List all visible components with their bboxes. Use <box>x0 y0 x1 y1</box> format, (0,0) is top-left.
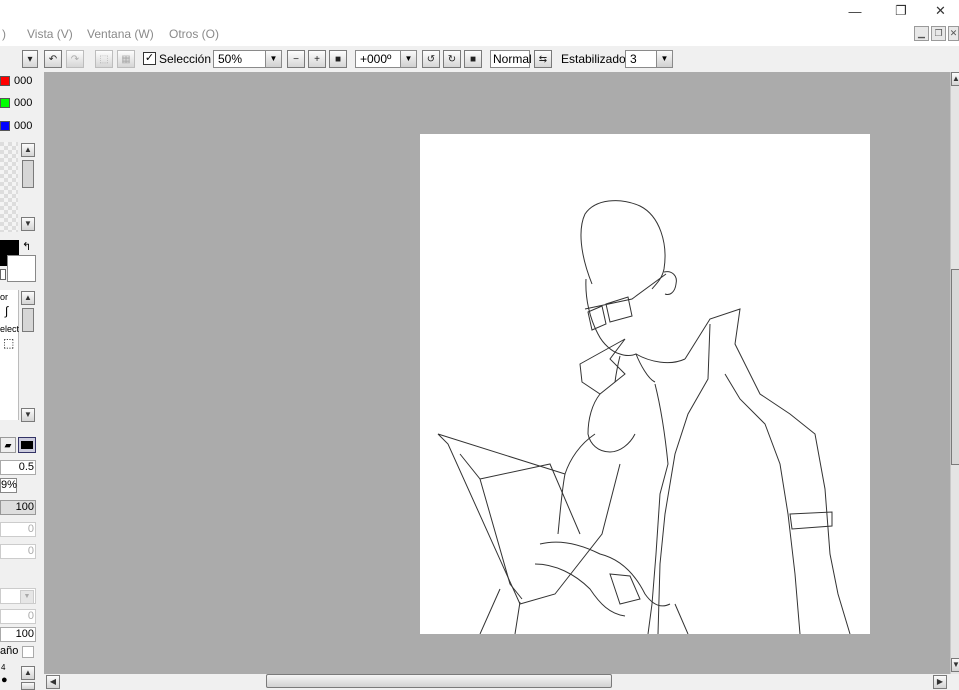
drawing-canvas[interactable] <box>420 134 870 635</box>
rotate-reset-icon[interactable]: ■ <box>464 50 482 68</box>
zoom-in-icon[interactable]: + <box>308 50 326 68</box>
transparent-color-icon[interactable] <box>0 269 6 280</box>
red-value: 000 <box>14 75 33 87</box>
undo-icon[interactable]: ↶ <box>44 50 62 68</box>
redo-icon[interactable]: ↷ <box>66 50 84 68</box>
tool-label-1[interactable]: or <box>0 292 8 302</box>
menu-item-ventana[interactable]: Ventana (W) <box>87 27 154 41</box>
red-swatch <box>0 76 10 86</box>
blue-value: 000 <box>14 120 33 132</box>
blue-swatch <box>0 121 10 131</box>
zoom-select[interactable]: 50% ▼ <box>213 50 282 68</box>
field-a-value[interactable]: 0 <box>28 523 34 535</box>
field-d-value[interactable]: 100 <box>16 628 34 640</box>
tiny-label: 4 <box>1 663 6 672</box>
scroll-up-icon[interactable]: ▲ <box>951 72 959 86</box>
scroll-up-icon[interactable]: ▲ <box>21 666 35 680</box>
scroll-up-icon[interactable]: ▲ <box>21 143 35 157</box>
rotation-value: +000º <box>360 52 392 66</box>
lineart-drawing <box>437 200 851 635</box>
density-value[interactable]: 100 <box>16 501 34 513</box>
close-icon[interactable]: ✕ <box>922 0 959 22</box>
selection-checkbox[interactable]: ✓ <box>143 52 156 65</box>
canvas-area[interactable] <box>44 72 950 674</box>
chevron-down-icon: ▼ <box>400 51 416 67</box>
rotation-select[interactable]: +000º ▼ <box>355 50 417 68</box>
horizontal-scrollbar[interactable]: ◀ ▶ <box>44 674 950 690</box>
zoom-out-icon[interactable]: − <box>287 50 305 68</box>
field-c-value[interactable]: 0 <box>28 610 34 622</box>
horizontal-scroll-thumb[interactable] <box>266 674 612 688</box>
tool-label-2[interactable]: elect <box>0 324 19 334</box>
curve-tool-icon[interactable]: ∫ <box>5 304 8 318</box>
percent-select[interactable]: 9% <box>0 478 17 493</box>
scroll-down-icon[interactable]: ▼ <box>21 408 35 422</box>
background-color[interactable] <box>7 255 36 282</box>
rotate-ccw-icon[interactable]: ↺ <box>422 50 440 68</box>
invert-selection-icon[interactable]: ▦ <box>117 50 135 68</box>
swap-colors-icon[interactable]: ↰ <box>22 240 31 253</box>
mdi-restore-icon[interactable]: ❐ <box>931 26 946 41</box>
field-b-value[interactable]: 0 <box>28 545 34 557</box>
select-tool-icon[interactable]: ⬚ <box>3 336 14 350</box>
vertical-scrollbar[interactable]: ▲ ▼ <box>950 72 959 674</box>
menu-item-vista[interactable]: Vista (V) <box>27 27 73 41</box>
mdi-minimize-icon[interactable]: ▁ <box>914 26 929 41</box>
stabilizer-select[interactable]: 3 ▼ <box>625 50 673 68</box>
stabilizer-label: Estabilizador <box>561 52 630 66</box>
scroll-right-icon[interactable]: ▶ <box>933 675 947 689</box>
green-value: 000 <box>14 97 33 109</box>
brush-shape-selected-icon[interactable] <box>18 437 36 453</box>
chevron-down-icon: ▼ <box>265 51 281 67</box>
selection-label: Selección <box>159 52 212 66</box>
scroll-down-icon[interactable]: ▼ <box>21 217 35 231</box>
color-palette[interactable] <box>0 142 18 232</box>
texture-select[interactable]: ▼ <box>0 588 36 604</box>
menu-item-otros[interactable]: Otros (O) <box>169 27 219 41</box>
left-panel: 000 000 000 ▲ ▼ ↰ or ∫ elect ⬚ ▲ ▼ ▰ 0.5… <box>0 72 40 690</box>
brush-size-value[interactable]: 0.5 <box>19 461 34 473</box>
brush-dot-icon[interactable]: ● <box>1 674 8 686</box>
restore-icon[interactable]: ❐ <box>878 0 924 22</box>
menu-item-partial[interactable]: ) <box>2 27 6 41</box>
size-checkbox[interactable] <box>22 646 34 658</box>
scroll-down-icon[interactable]: ▼ <box>951 658 959 672</box>
palette-scroll-thumb[interactable] <box>22 160 34 188</box>
zoom-reset-icon[interactable]: ■ <box>329 50 347 68</box>
title-bar: — ❐ ✕ <box>0 0 959 22</box>
minimize-icon[interactable]: — <box>832 0 878 22</box>
blend-mode-value: Normal <box>493 52 532 66</box>
vertical-scroll-thumb[interactable] <box>951 269 959 465</box>
stabilizer-value: 3 <box>630 52 637 66</box>
brush-shape-icon[interactable]: ▰ <box>0 437 16 453</box>
mdi-close-icon[interactable]: ✕ <box>948 26 959 41</box>
blend-mode-button[interactable]: Normal <box>490 50 532 68</box>
scroll-down-icon[interactable] <box>21 682 35 690</box>
tool-scroll-thumb[interactable] <box>22 308 34 332</box>
zoom-value: 50% <box>218 52 243 66</box>
scroll-up-icon[interactable]: ▲ <box>21 291 35 305</box>
size-label: año <box>0 645 19 657</box>
menu-bar: ) Vista (V) Ventana (W) Otros (O) <box>0 22 959 46</box>
rotate-cw-icon[interactable]: ↻ <box>443 50 461 68</box>
panel-toggle-icon[interactable]: ▾ <box>22 50 38 68</box>
scroll-left-icon[interactable]: ◀ <box>46 675 60 689</box>
green-swatch <box>0 98 10 108</box>
chevron-down-icon: ▼ <box>656 51 672 67</box>
tool-list <box>0 290 19 420</box>
flip-horizontal-icon[interactable]: ⇆ <box>534 50 552 68</box>
deselect-icon[interactable]: ⬚ <box>95 50 113 68</box>
